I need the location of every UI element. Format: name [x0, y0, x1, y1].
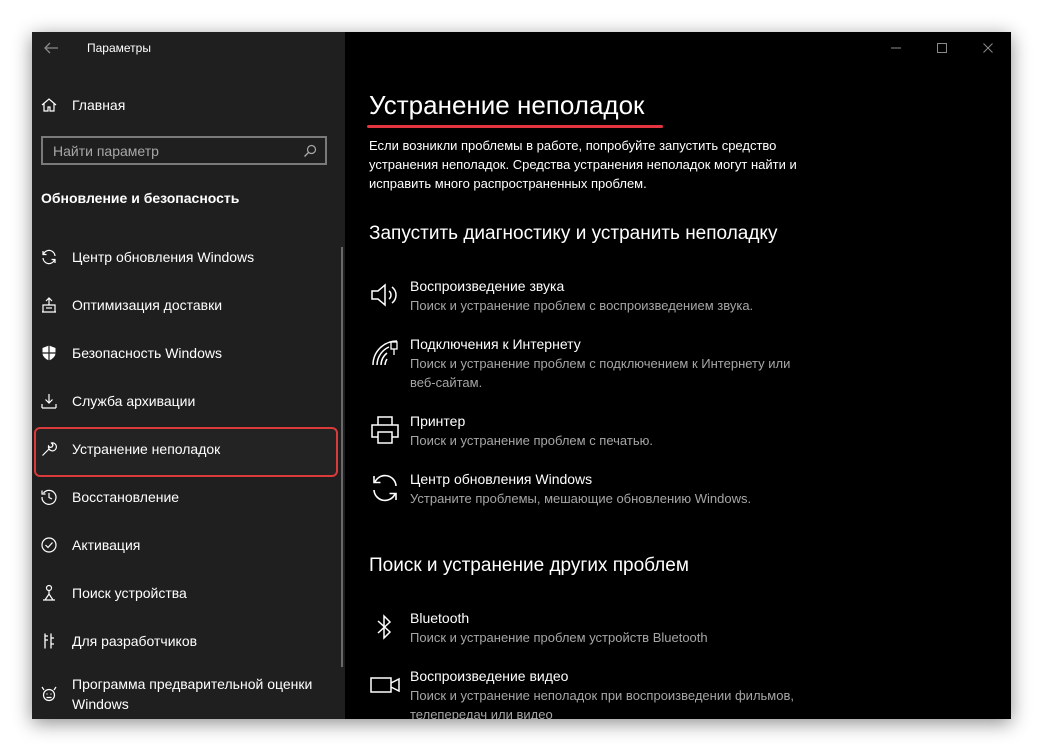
- search-input[interactable]: Найти параметр: [53, 143, 303, 159]
- sidebar-item-label: Устранение неполадок: [72, 441, 221, 457]
- sidebar-item-developers[interactable]: Для разработчиков: [32, 617, 345, 665]
- wifi-icon: [372, 340, 398, 366]
- maximize-icon: [937, 43, 947, 53]
- sidebar-item-label: Служба архивации: [72, 393, 196, 409]
- troubleshooter-internet[interactable]: Подключения к Интернету Поиск и устранен…: [369, 335, 809, 392]
- section-title: Обновление и безопасность: [41, 190, 240, 206]
- activation-check-icon: [41, 537, 57, 553]
- sidebar-item-windows-update[interactable]: Центр обновления Windows: [32, 233, 345, 281]
- shield-icon: [42, 345, 56, 361]
- home-label: Главная: [72, 97, 126, 113]
- sidebar: Параметры Главная Найти параметр Обновле…: [32, 32, 345, 719]
- home-icon: [41, 98, 57, 112]
- troubleshooter-bluetooth[interactable]: Bluetooth Поиск и устранение проблем уст…: [369, 609, 809, 647]
- back-arrow-icon[interactable]: [42, 39, 60, 57]
- troubleshooter-name: Воспроизведение звука: [410, 278, 565, 294]
- developer-icon: [44, 633, 54, 649]
- sync-icon: [42, 249, 56, 265]
- close-icon: [983, 43, 993, 53]
- bluetooth-icon: [377, 614, 392, 640]
- sidebar-item-activation[interactable]: Активация: [32, 521, 345, 569]
- sidebar-item-label: Поиск устройства: [72, 585, 187, 601]
- sidebar-item-label: Активация: [72, 537, 141, 553]
- app-title: Параметры: [87, 41, 151, 55]
- backup-icon: [41, 394, 57, 409]
- sidebar-item-label: Восстановление: [72, 489, 180, 505]
- search-icon[interactable]: [303, 144, 317, 158]
- video-icon: [370, 677, 400, 693]
- troubleshooter-desc: Поиск и устранение проблем с печатью.: [410, 433, 653, 448]
- sidebar-item-label: Центр обновления Windows: [72, 249, 255, 265]
- troubleshooter-audio[interactable]: Воспроизведение звука Поиск и устранение…: [369, 277, 809, 315]
- troubleshooter-name: Bluetooth: [410, 610, 470, 626]
- close-button[interactable]: [965, 32, 1011, 64]
- troubleshooter-name: Центр обновления Windows: [410, 471, 593, 487]
- page-title: Устранение неполадок: [369, 90, 645, 120]
- settings-window: Параметры Главная Найти параметр Обновле…: [32, 32, 1011, 719]
- sidebar-item-label: Оптимизация доставки: [72, 297, 223, 313]
- delivery-icon: [42, 297, 56, 313]
- window-controls: [873, 32, 1011, 64]
- find-device-icon: [43, 584, 55, 601]
- troubleshooter-video[interactable]: Воспроизведение видео Поиск и устранение…: [369, 667, 809, 719]
- minimize-icon: [891, 47, 901, 49]
- section-other-problems-title: Поиск и устранение других проблем: [369, 555, 689, 576]
- printer-icon: [371, 416, 399, 444]
- sidebar-item-backup[interactable]: Служба архивации: [32, 377, 345, 425]
- sidebar-nav: Центр обновления Windows Оптимизация дос…: [32, 233, 345, 719]
- maximize-button[interactable]: [919, 32, 965, 64]
- troubleshooter-printer[interactable]: Принтер Поиск и устранение проблем с печ…: [369, 412, 809, 450]
- sidebar-item-delivery-optimization[interactable]: Оптимизация доставки: [32, 281, 345, 329]
- recovery-icon: [41, 489, 57, 505]
- troubleshooter-windows-update[interactable]: Центр обновления Windows Устраните пробл…: [369, 470, 809, 508]
- home-link[interactable]: Главная: [40, 94, 125, 116]
- troubleshooter-desc: Поиск и устранение проблем с воспроизвед…: [410, 298, 754, 313]
- sidebar-scrollbar[interactable]: [341, 247, 343, 667]
- title-underline-highlight: [367, 125, 663, 128]
- troubleshooter-name: Подключения к Интернету: [410, 336, 581, 352]
- sidebar-item-label: Для разработчиков: [72, 633, 198, 649]
- sidebar-item-label: Безопасность Windows: [72, 345, 222, 361]
- section-run-diagnostics-title: Запустить диагностику и устранить непола…: [369, 223, 778, 244]
- titlebar-left: Параметры: [32, 32, 345, 64]
- troubleshooter-desc: Поиск и устранение проблем устройств Blu…: [410, 630, 708, 645]
- search-box[interactable]: Найти параметр: [41, 136, 327, 165]
- sync-icon: [373, 474, 397, 502]
- insider-icon: [41, 686, 57, 702]
- speaker-icon: [371, 283, 397, 307]
- wrench-icon: [42, 442, 57, 456]
- minimize-button[interactable]: [873, 32, 919, 64]
- sidebar-item-troubleshoot[interactable]: Устранение неполадок: [32, 425, 345, 477]
- sidebar-item-label: Программа предварительной оценки Windows: [72, 676, 313, 712]
- main-content: Устранение неполадок Если возникли пробл…: [345, 32, 1011, 719]
- sidebar-item-insider[interactable]: Программа предварительной оценки Windows: [32, 665, 345, 719]
- sidebar-item-windows-security[interactable]: Безопасность Windows: [32, 329, 345, 377]
- troubleshooter-desc: Устраните проблемы, мешающие обновлению …: [410, 491, 752, 506]
- page-description: Если возникли проблемы в работе, попробу…: [369, 138, 797, 191]
- sidebar-item-find-device[interactable]: Поиск устройства: [32, 569, 345, 617]
- troubleshooter-name: Воспроизведение видео: [410, 668, 569, 684]
- troubleshooter-name: Принтер: [410, 413, 466, 429]
- troubleshooter-desc: Поиск и устранение проблем с подключение…: [410, 356, 791, 390]
- troubleshooter-desc: Поиск и устранение неполадок при воспрои…: [410, 688, 794, 719]
- sidebar-item-recovery[interactable]: Восстановление: [32, 473, 345, 521]
